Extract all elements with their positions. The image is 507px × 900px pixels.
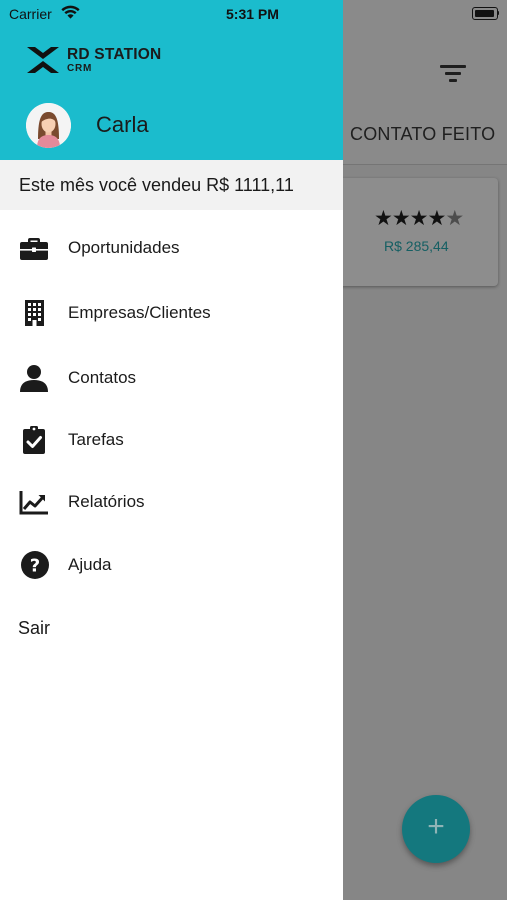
star-empty-icon: ★ [445, 207, 464, 230]
menu-item-ajuda[interactable]: ? Ajuda [0, 537, 343, 593]
building-icon [25, 300, 44, 326]
status-time: 5:31 PM [226, 6, 279, 22]
logout-button[interactable]: Sair [18, 618, 50, 639]
user-avatar[interactable] [26, 103, 71, 148]
clipboard-check-icon [23, 426, 45, 454]
menu-item-oportunidades[interactable]: Oportunidades [0, 220, 343, 276]
star-filled-icon: ★ [409, 207, 429, 230]
drawer-header: Carrier 5:31 PM RD STATION CRM Carla [0, 0, 343, 160]
rd-logo-mark-icon [27, 47, 59, 73]
deal-value: R$ 285,44 [384, 238, 449, 254]
status-carrier: Carrier [9, 6, 52, 22]
menu-item-label: Contatos [68, 368, 137, 387]
navigation-drawer: Carrier 5:31 PM RD STATION CRM Carla Est… [0, 0, 343, 900]
logo-name: RD STATION [67, 46, 162, 63]
avatar-illustration-icon [26, 103, 71, 148]
star-filled-icon: ★ [374, 207, 393, 230]
monthly-sales-summary: Este mês você vendeu R$ 1111,11 [0, 160, 343, 210]
monthly-sales-text: Este mês você vendeu R$ 1111,11 [19, 175, 294, 195]
filter-icon[interactable] [440, 64, 466, 84]
star-filled-icon: ★ [391, 207, 411, 230]
logo-subtitle: CRM [67, 63, 93, 74]
menu-item-relatorios[interactable]: Relatórios [0, 474, 343, 530]
chart-line-icon [19, 491, 48, 515]
help-circle-icon: ? [21, 551, 49, 579]
menu-item-contatos[interactable]: Contatos [0, 350, 343, 406]
deal-card[interactable]: ★★★★★ R$ 285,44 [338, 178, 498, 286]
menu-item-label: Empresas/Clientes [68, 303, 211, 322]
star-filled-icon: ★ [427, 207, 446, 230]
rd-station-logo: RD STATION CRM [26, 44, 171, 78]
add-button[interactable]: + [402, 795, 470, 863]
menu-item-empresas-clientes[interactable]: Empresas/Clientes [0, 285, 343, 341]
menu-item-label: Oportunidades [68, 238, 180, 257]
menu-item-tarefas[interactable]: Tarefas [0, 412, 343, 468]
rating-stars: ★★★★★ [374, 206, 464, 231]
pipeline-column-title: CONTATO FEITO [350, 124, 496, 144]
briefcase-icon [20, 238, 48, 260]
plus-icon: + [427, 810, 445, 843]
menu-item-label: Tarefas [68, 430, 124, 449]
user-name: Carla [96, 112, 149, 137]
wifi-icon [61, 5, 80, 19]
person-icon [20, 365, 48, 392]
svg-text:?: ? [30, 556, 40, 577]
menu-item-label: Relatórios [68, 492, 145, 511]
menu-item-label: Ajuda [68, 555, 112, 574]
battery-icon [472, 7, 499, 20]
